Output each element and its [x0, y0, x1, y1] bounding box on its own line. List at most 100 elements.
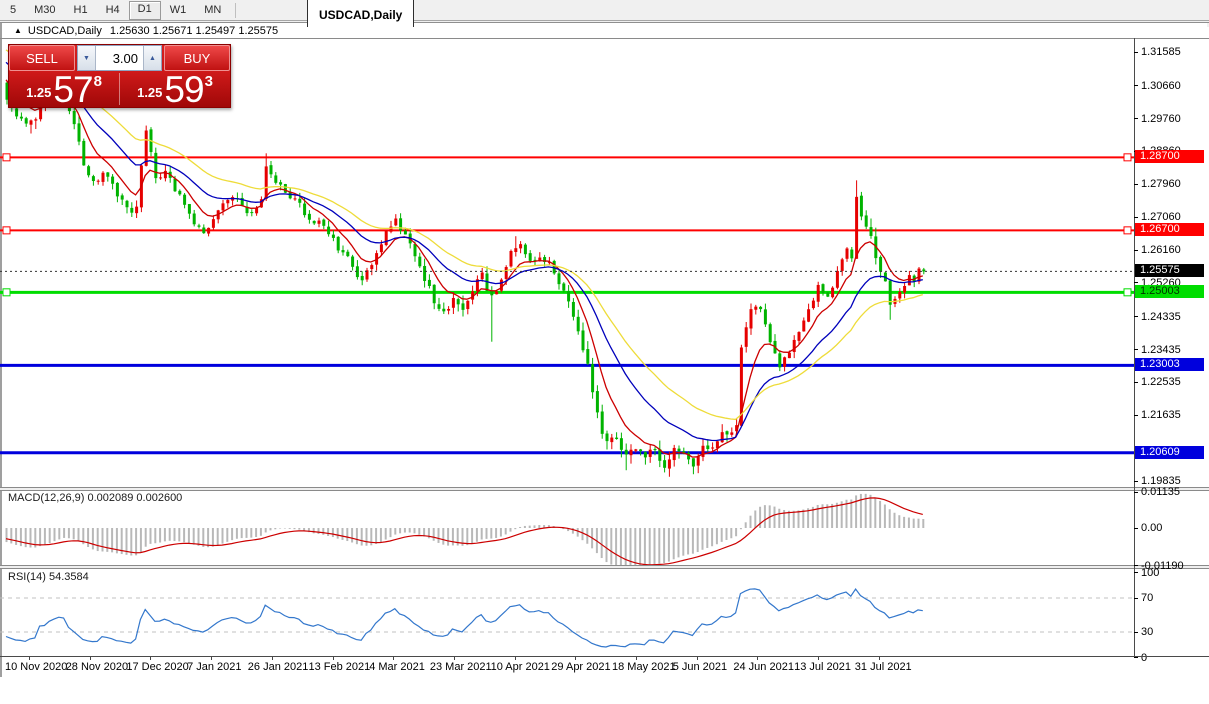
tick-dash — [1134, 183, 1138, 185]
rsi-value: 54.3584 — [48, 571, 89, 583]
time-axis-line — [0, 656, 1209, 657]
ma-fast-line — [5, 79, 923, 458]
date-label-13: 13 Jul 2021 — [794, 661, 851, 673]
date-tick-6 — [393, 657, 395, 660]
macd-signal-line — [5, 497, 923, 565]
macd-tick-0.01135: 0.01135 — [1134, 486, 1180, 498]
timeframe-button-h1[interactable]: H1 — [65, 2, 97, 19]
date-label-12: 24 Jun 2021 — [733, 661, 794, 673]
tick-dash — [1134, 118, 1138, 120]
price-tick-1.22535: 1.22535 — [1134, 376, 1181, 388]
ask-price: 1.25 59 3 — [137, 69, 213, 110]
rsi-label: RSI(14) 54.3584 — [8, 571, 89, 583]
date-label-11: 5 Jun 2021 — [672, 661, 728, 673]
level-line-1.26700[interactable] — [0, 226, 1134, 235]
tick-dash — [1134, 381, 1138, 383]
date-tick-14 — [878, 657, 880, 660]
rsi-tick-30: 30 — [1134, 626, 1153, 638]
level-price-badge-1.25003: 1.25003 — [1135, 285, 1204, 299]
current-price-badge: 1.25575 — [1135, 264, 1204, 278]
volume-box: ▼ ▲ — [77, 45, 162, 71]
timeframe-button-h4[interactable]: H4 — [97, 2, 129, 19]
date-label-1: 28 Nov 2020 — [65, 661, 129, 673]
rsi-indicator-canvas[interactable] — [0, 568, 1134, 656]
tick-dash — [1134, 249, 1138, 251]
price-tick-1.26160: 1.26160 — [1134, 244, 1181, 256]
level-price-badge-1.23003: 1.23003 — [1135, 358, 1204, 372]
sell-button[interactable]: SELL — [9, 45, 75, 71]
collapse-arrow-icon[interactable]: ▲ — [14, 26, 22, 35]
date-tick-1 — [89, 657, 91, 660]
tick-dash — [1134, 349, 1138, 351]
date-tick-9 — [575, 657, 577, 660]
date-label-8: 10 Apr 2021 — [490, 661, 550, 673]
date-label-7: 23 Mar 2021 — [429, 661, 492, 673]
macd-label: MACD(12,26,9) 0.002089 0.002600 — [8, 492, 183, 504]
date-label-0: 10 Nov 2020 — [5, 661, 68, 673]
tick-dash — [1134, 85, 1138, 87]
tick-dash — [1134, 572, 1138, 573]
date-tick-13 — [818, 657, 820, 660]
tick-dash — [1134, 414, 1138, 416]
macd-values: 0.002089 0.002600 — [87, 492, 183, 504]
date-label-2: 17 Dec 2020 — [126, 661, 189, 673]
price-tick-1.21635: 1.21635 — [1134, 409, 1181, 421]
tick-dash — [1134, 657, 1138, 658]
one-click-trade-panel: SELL ▼ ▲ BUY 1.25578 1.25593 — [8, 44, 231, 108]
tick-dash — [1134, 316, 1138, 318]
date-label-10: 18 May 2021 — [612, 661, 676, 673]
buy-button[interactable]: BUY — [164, 45, 230, 71]
price-tick-1.27960: 1.27960 — [1134, 178, 1181, 190]
bid-price: 1.25 57 8 — [26, 69, 102, 110]
tick-dash — [1134, 631, 1138, 633]
level-price-badge-1.28700: 1.28700 — [1135, 150, 1204, 164]
rsi-tick-70: 70 — [1134, 592, 1153, 604]
date-label-3: 7 Jan 2021 — [187, 661, 242, 673]
macd-tick-0.00: 0.00 — [1134, 522, 1162, 534]
macd-histogram — [5, 493, 925, 565]
chart-title-symbol: USDCAD,Daily — [27, 24, 102, 37]
date-tick-8 — [514, 657, 516, 660]
price-tick-1.29760: 1.29760 — [1134, 113, 1181, 125]
level-line-1.28700[interactable] — [0, 153, 1134, 162]
date-tick-2 — [150, 657, 152, 660]
chart-title-ohlc: 1.25630 1.25671 1.25497 1.25575 — [109, 24, 279, 37]
volume-increase-button[interactable]: ▲ — [143, 46, 161, 70]
date-tick-12 — [757, 657, 759, 660]
timeframe-button-w1[interactable]: W1 — [161, 2, 196, 19]
level-line-1.25003[interactable] — [0, 288, 1134, 297]
tick-dash — [1134, 51, 1138, 53]
tick-dash — [1134, 216, 1138, 218]
timeframe-button-mn[interactable]: MN — [195, 2, 230, 19]
rsi-tick-0: 0 — [1134, 652, 1147, 664]
tick-dash — [1134, 282, 1138, 284]
date-tick-3 — [211, 657, 213, 660]
ma-mid-line — [5, 61, 923, 442]
timeframe-button-d1[interactable]: D1 — [128, 0, 161, 20]
date-tick-5 — [332, 657, 334, 660]
price-tick-1.30660: 1.30660 — [1134, 80, 1181, 92]
tick-dash — [1134, 480, 1138, 482]
chart-title-bar: ▲ USDCAD,Daily 1.25630 1.25671 1.25497 1… — [2, 23, 1207, 38]
tick-dash — [1134, 491, 1138, 493]
date-label-9: 29 Apr 2021 — [551, 661, 611, 673]
date-tick-10 — [636, 657, 637, 660]
price-tick-1.27060: 1.27060 — [1134, 211, 1181, 223]
date-label-5: 13 Feb 2021 — [308, 661, 371, 673]
date-tick-7 — [453, 657, 455, 660]
chart-tab-usdcad-daily[interactable]: USDCAD,Daily — [306, 0, 415, 27]
volume-decrease-button[interactable]: ▼ — [78, 46, 96, 70]
price-tick-1.31585: 1.31585 — [1134, 46, 1181, 58]
volume-input[interactable] — [96, 46, 143, 70]
date-label-4: 26 Jan 2021 — [247, 661, 309, 673]
level-price-badge-1.26700: 1.26700 — [1135, 223, 1204, 237]
price-tick-1.23435: 1.23435 — [1134, 344, 1181, 356]
toolbar-separator — [235, 2, 237, 18]
date-label-14: 31 Jul 2021 — [854, 661, 912, 673]
price-tick-1.24335: 1.24335 — [1134, 311, 1181, 323]
timeframe-toolbar: 5 M30 H1 H4 D1 W1 MN — [0, 0, 1209, 21]
timeframe-button-m30[interactable]: M30 — [25, 2, 64, 19]
timeframe-button-5[interactable]: 5 — [1, 2, 25, 19]
tick-dash — [1134, 597, 1138, 599]
date-tick-0 — [29, 657, 30, 660]
